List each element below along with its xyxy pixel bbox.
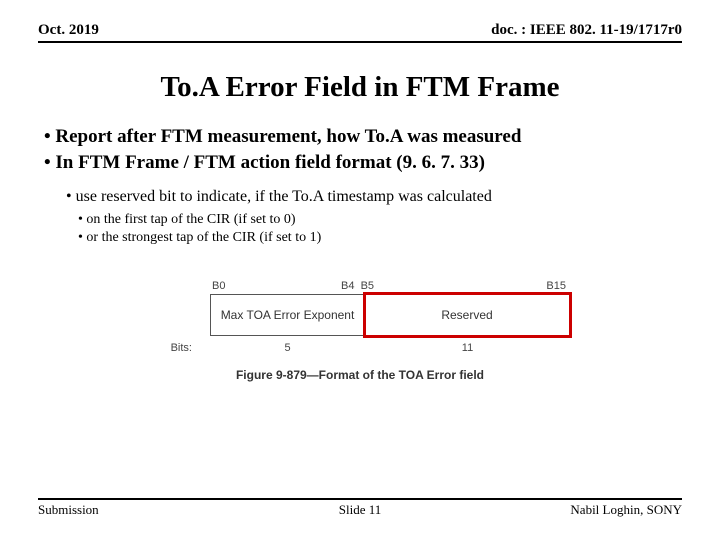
bit-index-row: B0 B4 B5 B15: [150, 280, 570, 292]
slide-title: To.A Error Field in FTM Frame: [38, 71, 682, 104]
bullet-item: use reserved bit to indicate, if the To.…: [66, 188, 682, 206]
bullet-list-level3: on the first tap of the CIR (if set to 0…: [78, 212, 682, 246]
bits-value: 11: [365, 342, 570, 354]
bullet-list-level1: Report after FTM measurement, how To.A w…: [44, 126, 682, 174]
bit-label: B0: [212, 280, 225, 292]
figure-caption: Figure 9-879—Format of the TOA Error fie…: [150, 368, 570, 382]
bit-label: B15: [546, 280, 566, 292]
bullet-item: In FTM Frame / FTM action field format (…: [44, 152, 682, 174]
bit-width-row: Bits: 5 11: [150, 342, 570, 354]
field-reserved-highlighted: Reserved: [365, 294, 570, 336]
bits-label: Bits:: [150, 342, 210, 354]
field-max-toa-error-exponent: Max TOA Error Exponent: [210, 294, 365, 336]
bullet-item: or the strongest tap of the CIR (if set …: [78, 230, 682, 246]
bullet-item: Report after FTM measurement, how To.A w…: [44, 126, 682, 148]
bullet-list-level2: use reserved bit to indicate, if the To.…: [66, 188, 682, 206]
header-doc-id: doc. : IEEE 802. 11-19/1717r0: [491, 22, 682, 39]
slide-header: Oct. 2019 doc. : IEEE 802. 11-19/1717r0: [38, 22, 682, 43]
header-date: Oct. 2019: [38, 22, 99, 39]
field-boxes: Max TOA Error Exponent Reserved: [150, 294, 570, 336]
slide-footer: Submission Slide 11 Nabil Loghin, SONY: [38, 498, 682, 518]
bit-label: B4: [341, 280, 354, 292]
bit-label: B5: [361, 280, 374, 292]
figure-toa-error-field: B0 B4 B5 B15 Max TOA Error Exponent Rese…: [150, 280, 570, 382]
footer-slide-number: Slide 11: [38, 502, 682, 518]
bullet-item: on the first tap of the CIR (if set to 0…: [78, 212, 682, 228]
bits-value: 5: [210, 342, 365, 354]
